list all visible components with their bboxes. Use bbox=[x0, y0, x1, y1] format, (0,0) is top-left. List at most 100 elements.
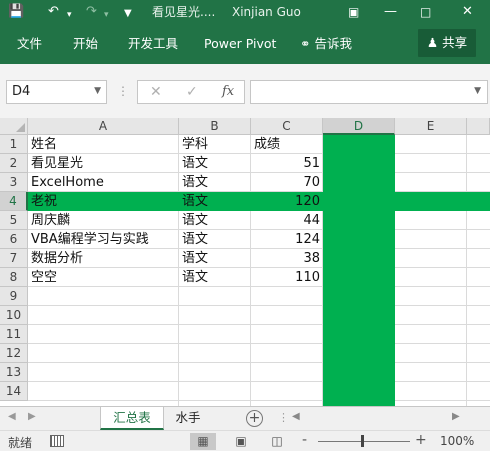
ribbon-display-options-icon[interactable]: ▣ bbox=[348, 3, 359, 21]
gridline bbox=[466, 135, 467, 406]
tab-power-pivot[interactable]: Power Pivot bbox=[204, 36, 276, 52]
column-header-c[interactable]: C bbox=[251, 118, 323, 135]
save-icon[interactable]: 💾 bbox=[8, 3, 24, 21]
maximize-icon[interactable]: □ bbox=[420, 3, 431, 21]
gridline bbox=[28, 324, 490, 325]
formula-input[interactable]: ▼ bbox=[250, 80, 488, 104]
row-header[interactable]: 10 bbox=[0, 306, 28, 325]
row-header[interactable]: 14 bbox=[0, 382, 28, 401]
scroll-tabs-left-icon[interactable]: ◀ bbox=[8, 411, 16, 422]
row-header-selected[interactable]: 4 bbox=[0, 192, 28, 211]
row-header[interactable]: 6 bbox=[0, 230, 28, 249]
cell-b2[interactable]: 语文 bbox=[179, 154, 251, 173]
undo-dropdown-icon[interactable]: ▾ bbox=[67, 6, 72, 24]
tell-me-label: 告诉我 bbox=[314, 36, 352, 51]
cell-a4[interactable]: 老祝 bbox=[28, 192, 179, 211]
formula-bar-area: D4 ▼ ⋮ ✕ ✓ fx ▼ bbox=[0, 64, 490, 120]
cell-b1[interactable]: 学科 bbox=[179, 135, 251, 154]
cell-b3[interactable]: 语文 bbox=[179, 173, 251, 192]
sheet-tab-sailor[interactable]: 水手 bbox=[166, 407, 210, 430]
cell-c6[interactable]: 124 bbox=[251, 230, 323, 249]
zoom-slider[interactable] bbox=[318, 441, 410, 442]
cell-a5[interactable]: 周庆麟 bbox=[28, 211, 179, 230]
page-break-preview-icon[interactable]: ◫ bbox=[264, 433, 290, 450]
zoom-slider-thumb[interactable] bbox=[361, 435, 364, 447]
cell-b6[interactable]: 语文 bbox=[179, 230, 251, 249]
expand-formula-bar-icon[interactable]: ▼ bbox=[474, 86, 481, 96]
minimize-icon[interactable]: — bbox=[384, 3, 397, 21]
redo-icon[interactable]: ↷ bbox=[86, 3, 97, 21]
enter-icon[interactable]: ✓ bbox=[186, 84, 198, 100]
tab-file[interactable]: 文件 bbox=[17, 36, 42, 52]
zoom-in-button[interactable]: + bbox=[415, 432, 427, 448]
worksheet-grid[interactable]: A B C D E 1 2 3 4 5 6 7 8 9 10 11 12 13 … bbox=[0, 118, 490, 406]
cell-c5[interactable]: 44 bbox=[251, 211, 323, 230]
row-header[interactable]: 11 bbox=[0, 325, 28, 344]
row-header[interactable]: 7 bbox=[0, 249, 28, 268]
share-button[interactable]: ♟ 共享 bbox=[418, 29, 476, 57]
row-header[interactable]: 3 bbox=[0, 173, 28, 192]
splitter-dots-icon[interactable]: ⋮ bbox=[278, 411, 289, 424]
splitter-dots-icon[interactable]: ⋮ bbox=[117, 84, 129, 98]
cell-a8[interactable]: 空空 bbox=[28, 268, 179, 287]
scroll-right-icon[interactable]: ▶ bbox=[452, 411, 460, 422]
normal-view-icon[interactable]: ▦ bbox=[190, 433, 216, 450]
status-ready: 就绪 bbox=[8, 436, 33, 450]
cell-c8[interactable]: 110 bbox=[251, 268, 323, 287]
chevron-down-icon[interactable]: ▼ bbox=[94, 86, 101, 96]
row-header[interactable]: 1 bbox=[0, 135, 28, 154]
cell-a7[interactable]: 数据分析 bbox=[28, 249, 179, 268]
redo-dropdown-icon[interactable]: ▾ bbox=[104, 6, 109, 24]
select-all-button[interactable] bbox=[0, 118, 28, 135]
cell-c4[interactable]: 120 bbox=[251, 192, 323, 211]
status-bar: 就绪 ▦ ▣ ◫ - + 100% bbox=[0, 430, 490, 451]
add-sheet-icon[interactable]: + bbox=[246, 410, 263, 427]
cell-c1[interactable]: 成绩 bbox=[251, 135, 323, 154]
tab-developer[interactable]: 开发工具 bbox=[128, 36, 178, 52]
scroll-left-icon[interactable]: ◀ bbox=[292, 411, 300, 422]
cell-a6[interactable]: VBA编程学习与实践 bbox=[28, 230, 179, 249]
gridline bbox=[28, 381, 490, 382]
row-header[interactable]: 8 bbox=[0, 268, 28, 287]
column-header-f[interactable] bbox=[467, 118, 490, 135]
cell-a2[interactable]: 看见星光 bbox=[28, 154, 179, 173]
sheet-tab-bar: ◀ ▶ 汇总表 水手 + ⋮ ◀ ▶ bbox=[0, 406, 490, 430]
cell-c3[interactable]: 70 bbox=[251, 173, 323, 192]
cell-a3[interactable]: ExcelHome bbox=[28, 173, 179, 192]
cell-b8[interactable]: 语文 bbox=[179, 268, 251, 287]
row-header[interactable]: 5 bbox=[0, 211, 28, 230]
row-header[interactable]: 9 bbox=[0, 287, 28, 306]
undo-icon[interactable]: ↶ bbox=[48, 3, 59, 21]
sheet-tab-summary[interactable]: 汇总表 bbox=[100, 407, 164, 430]
highlight-column-d bbox=[323, 135, 395, 406]
cancel-icon[interactable]: ✕ bbox=[150, 84, 162, 100]
row-header[interactable]: 12 bbox=[0, 344, 28, 363]
row-header[interactable]: 2 bbox=[0, 154, 28, 173]
customize-qat-icon[interactable]: ▼ bbox=[124, 5, 132, 23]
cell-c7[interactable]: 38 bbox=[251, 249, 323, 268]
cell-b7[interactable]: 语文 bbox=[179, 249, 251, 268]
cell-b5[interactable]: 语文 bbox=[179, 211, 251, 230]
close-icon[interactable]: ✕ bbox=[462, 3, 473, 21]
user-name[interactable]: Xinjian Guo bbox=[232, 4, 301, 20]
cell-c2[interactable]: 51 bbox=[251, 154, 323, 173]
cell-a1[interactable]: 姓名 bbox=[28, 135, 179, 154]
person-icon: ♟ bbox=[426, 35, 439, 50]
row-header[interactable]: 13 bbox=[0, 363, 28, 382]
zoom-out-button[interactable]: - bbox=[302, 432, 307, 448]
column-header-b[interactable]: B bbox=[179, 118, 251, 135]
page-layout-view-icon[interactable]: ▣ bbox=[228, 433, 254, 450]
title-bar: 💾 ↶ ▾ ↷ ▾ ▼ 看见星光.... Xinjian Guo ▣ — □ ✕ bbox=[0, 0, 490, 24]
name-box[interactable]: D4 ▼ bbox=[6, 80, 107, 104]
tell-me[interactable]: ⚭ 告诉我 bbox=[300, 36, 352, 52]
window-title: 看见星光.... bbox=[152, 5, 216, 19]
insert-function-icon[interactable]: fx bbox=[222, 84, 234, 99]
cell-b4[interactable]: 语文 bbox=[179, 192, 251, 211]
column-header-a[interactable]: A bbox=[28, 118, 179, 135]
column-header-d[interactable]: D bbox=[323, 118, 395, 135]
macro-record-icon[interactable] bbox=[50, 435, 64, 447]
zoom-level[interactable]: 100% bbox=[440, 434, 474, 448]
scroll-tabs-right-icon[interactable]: ▶ bbox=[28, 411, 36, 422]
tab-home[interactable]: 开始 bbox=[73, 36, 98, 52]
column-header-e[interactable]: E bbox=[395, 118, 467, 135]
